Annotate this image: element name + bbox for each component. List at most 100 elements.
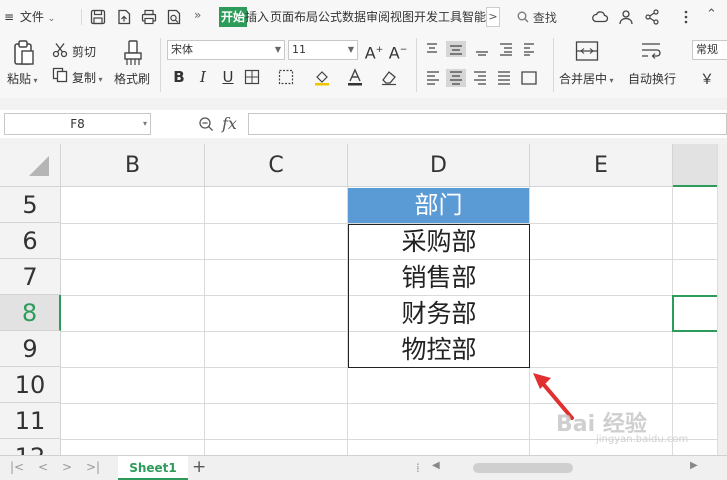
function-button[interactable]: fx: [222, 114, 237, 133]
italic-button[interactable]: I: [193, 66, 213, 88]
search-icon: [517, 11, 529, 23]
row-header-9[interactable]: 9: [0, 331, 61, 367]
gridline: [204, 187, 205, 455]
font-size-select[interactable]: 11 ▼: [288, 40, 358, 60]
cut-button[interactable]: 剪切: [72, 43, 96, 60]
fill-color-icon[interactable]: [313, 68, 331, 86]
font-name-select[interactable]: 宋体 ▼: [167, 40, 285, 60]
prev-sheet-button[interactable]: <: [38, 460, 48, 474]
user-icon[interactable]: [617, 8, 635, 26]
gridline: [61, 403, 727, 404]
search-label: 查找: [532, 11, 557, 25]
tab-review[interactable]: 审阅: [366, 7, 390, 27]
tab-sheet1[interactable]: Sheet1: [118, 456, 188, 480]
spreadsheet-window: ≡ 文件 ⌄ » 开始 插入 页面布局 公式 数据 审阅 视图 开发工具 智能 …: [0, 0, 727, 480]
copy-button[interactable]: 复制 ▾: [72, 69, 103, 86]
search-box[interactable]: 查找: [517, 9, 557, 26]
column-header-c[interactable]: C: [205, 144, 348, 187]
tab-home[interactable]: 开始: [219, 7, 248, 27]
formula-input[interactable]: [248, 113, 727, 135]
tab-smart[interactable]: 智能: [462, 7, 486, 27]
font-name-value: 宋体: [171, 43, 193, 56]
print-icon[interactable]: [140, 8, 158, 26]
more-options-icon[interactable]: [677, 8, 695, 26]
tab-data[interactable]: 数据: [342, 7, 366, 27]
row-header-11[interactable]: 11: [0, 403, 61, 439]
horizontal-align-icons[interactable]: [424, 69, 548, 87]
add-sheet-button[interactable]: +: [192, 457, 206, 477]
name-box[interactable]: F8 ▾: [4, 113, 151, 135]
ribbon-scroll-right-button[interactable]: >: [486, 7, 500, 27]
decrease-font-size-button[interactable]: A−: [388, 39, 408, 62]
export-pdf-icon[interactable]: [115, 8, 133, 26]
font-size-value: 11: [292, 43, 306, 56]
format-painter-icon: [124, 40, 142, 65]
tab-page-layout[interactable]: 页面布局: [270, 7, 318, 27]
cell-d5[interactable]: 部门: [348, 188, 529, 223]
row-header-10[interactable]: 10: [0, 367, 61, 403]
row-header-6[interactable]: 6: [0, 223, 61, 259]
increase-font-size-button[interactable]: A+: [364, 39, 384, 62]
overflow-icon[interactable]: »: [194, 8, 201, 22]
tab-view[interactable]: 视图: [390, 7, 414, 27]
paste-icon[interactable]: [12, 39, 36, 67]
divider: [553, 38, 554, 92]
row-header-8[interactable]: 8: [0, 295, 61, 331]
column-header-b[interactable]: B: [61, 144, 205, 187]
bold-button[interactable]: B: [169, 66, 189, 88]
select-all-triangle-icon: [29, 156, 49, 176]
horizontal-scrollbar[interactable]: [428, 463, 696, 473]
font-color-icon[interactable]: [346, 68, 364, 86]
divider: [81, 9, 82, 25]
hamburger-icon: ≡: [4, 10, 15, 24]
tab-splitter[interactable]: ⁞: [416, 461, 420, 475]
next-sheet-button[interactable]: >: [62, 460, 72, 474]
number-format-select[interactable]: 常规: [692, 40, 727, 60]
last-sheet-button[interactable]: >|: [86, 460, 100, 474]
cell-style-icon[interactable]: [278, 69, 294, 85]
collapse-ribbon-icon[interactable]: ⌃: [706, 7, 717, 22]
clear-format-icon[interactable]: [380, 68, 398, 86]
vertical-align-icons[interactable]: [424, 41, 536, 57]
row-header-12[interactable]: 12: [0, 439, 61, 455]
underline-button[interactable]: U: [218, 66, 238, 88]
borders-icon[interactable]: [244, 69, 260, 85]
select-all-corner[interactable]: [0, 144, 61, 187]
save-icon[interactable]: [89, 8, 107, 26]
column-header-d[interactable]: D: [348, 144, 530, 187]
menu-bar: ≡ 文件 ⌄ » 开始 插入 页面布局 公式 数据 审阅 视图 开发工具 智能 …: [0, 0, 727, 34]
vertical-scrollbar[interactable]: [717, 144, 727, 455]
chevron-down-icon: ▾: [142, 119, 147, 128]
first-sheet-button[interactable]: |<: [10, 460, 24, 474]
column-header-e[interactable]: E: [530, 144, 673, 187]
tab-formulas[interactable]: 公式: [318, 7, 342, 27]
chevron-down-icon: ▼: [274, 45, 281, 54]
zoom-icon[interactable]: [198, 116, 214, 132]
divider: [160, 38, 161, 92]
row-header-7[interactable]: 7: [0, 259, 61, 295]
currency-button[interactable]: ￥: [700, 69, 714, 89]
name-box-value: F8: [70, 117, 85, 131]
format-painter-button[interactable]: 格式刷: [114, 70, 150, 87]
chevron-down-icon: ▾: [31, 76, 38, 85]
print-preview-icon[interactable]: [165, 8, 183, 26]
watermark-url: jingyan.baidu.com: [596, 434, 689, 445]
chevron-down-icon: ▾: [607, 76, 614, 85]
chevron-down-icon: ▾: [96, 75, 103, 84]
ribbon-separator: [0, 98, 727, 110]
chevron-down-icon: ⌄: [47, 14, 56, 24]
tab-insert[interactable]: 插入: [245, 7, 269, 27]
merge-center-button[interactable]: 合并居中 ▾: [559, 70, 614, 87]
wrap-text-button[interactable]: 自动换行: [628, 70, 676, 87]
horizontal-scroll-thumb[interactable]: [473, 463, 573, 473]
tab-developer[interactable]: 开发工具: [414, 7, 462, 27]
worksheet-grid: B C D E 5 6 7 8 9 10 11 12 部门 采购部 销售部 财务…: [0, 144, 727, 455]
cloud-sync-icon[interactable]: [591, 8, 609, 26]
paste-button[interactable]: 粘贴 ▾: [7, 70, 38, 87]
scroll-right-button[interactable]: ▶: [690, 460, 698, 471]
number-format-value: 常规: [696, 43, 718, 56]
chevron-down-icon: ▼: [347, 45, 354, 54]
file-menu[interactable]: ≡ 文件 ⌄: [4, 8, 55, 25]
share-icon[interactable]: [643, 8, 661, 26]
row-header-5[interactable]: 5: [0, 187, 61, 223]
